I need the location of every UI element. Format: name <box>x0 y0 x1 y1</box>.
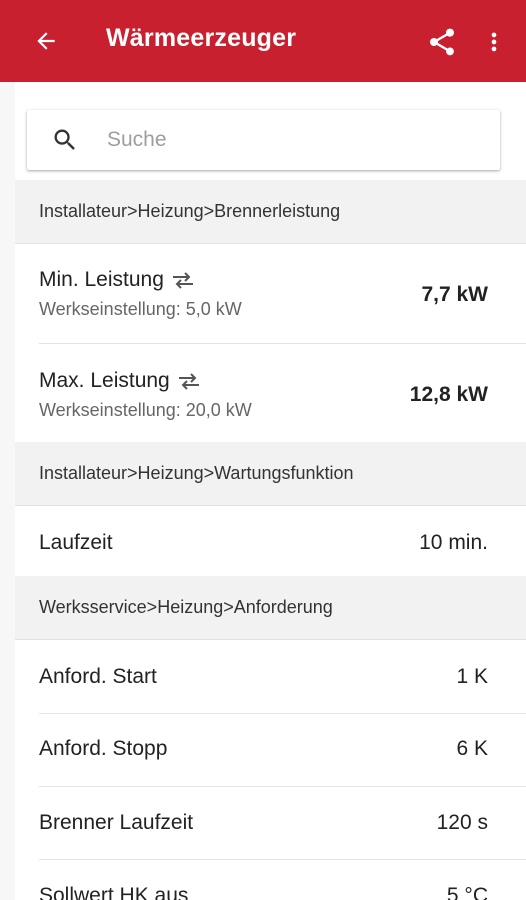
search-icon <box>51 126 79 154</box>
setting-label: Min. Leistung <box>39 268 164 291</box>
section-header-anforderung: Werksservice>Heizung>Anforderung <box>15 576 526 640</box>
setting-label: Anford. Stopp <box>39 737 168 760</box>
section-header-wartungsfunktion: Installateur>Heizung>Wartungsfunktion <box>15 442 526 506</box>
setting-label: Sollwert HK aus <box>39 884 189 900</box>
setting-label: Max. Leistung <box>39 369 170 392</box>
swap-horiz-icon <box>178 373 199 391</box>
setting-row-max-leistung[interactable]: Max. Leistung Werkseinstellung: 20,0 kW … <box>15 344 526 444</box>
setting-value: 10 min. <box>419 531 488 554</box>
setting-factory-default: Werkseinstellung: 5,0 kW <box>39 299 242 319</box>
setting-row-anford-start[interactable]: Anford. Start 1 K <box>15 640 526 714</box>
setting-row-anford-stopp[interactable]: Anford. Stopp 6 K <box>15 714 526 787</box>
setting-value: 12,8 kW <box>409 383 488 406</box>
setting-row-laufzeit[interactable]: Laufzeit 10 min. <box>15 506 526 578</box>
setting-label: Anford. Start <box>39 665 157 688</box>
setting-row-brenner-laufzeit[interactable]: Brenner Laufzeit 120 s <box>15 787 526 860</box>
search-placeholder: Suche <box>107 128 167 151</box>
share-icon[interactable] <box>424 24 460 60</box>
arrow-back-icon[interactable] <box>30 25 62 57</box>
setting-value: 1 K <box>456 665 488 688</box>
search-input[interactable]: Suche <box>27 110 500 170</box>
setting-row-min-leistung[interactable]: Min. Leistung Werkseinstellung: 5,0 kW 7… <box>15 244 526 344</box>
setting-value: 7,7 kW <box>421 283 488 306</box>
more-vert-icon[interactable] <box>480 24 508 60</box>
setting-value: 5 °C <box>446 884 488 900</box>
section-header-label: Installateur>Heizung>Wartungsfunktion <box>39 463 354 483</box>
setting-value: 120 s <box>436 811 488 834</box>
setting-row-sollwert-hk-aus[interactable]: Sollwert HK aus 5 °C <box>15 860 526 900</box>
section-header-brennerleistung: Installateur>Heizung>Brennerleistung <box>15 180 526 244</box>
setting-label: Laufzeit <box>39 531 113 554</box>
setting-factory-default: Werkseinstellung: 20,0 kW <box>39 400 252 420</box>
section-header-label: Werksservice>Heizung>Anforderung <box>39 597 333 617</box>
setting-value: 6 K <box>456 737 488 760</box>
section-header-label: Installateur>Heizung>Brennerleistung <box>39 201 341 221</box>
app-bar: Wärmeerzeuger <box>0 0 526 82</box>
page-title: Wärmeerzeuger <box>106 24 297 52</box>
setting-label: Brenner Laufzeit <box>39 811 194 834</box>
swap-horiz-icon <box>172 272 193 290</box>
